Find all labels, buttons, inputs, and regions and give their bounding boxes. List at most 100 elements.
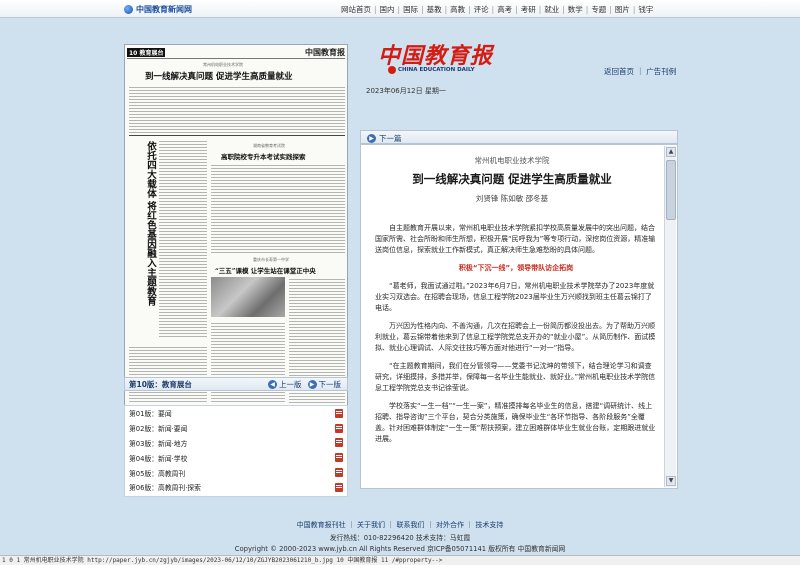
top-nav-link[interactable]: 数学 <box>568 4 583 15</box>
page-list-label: 第05版：高教周刊 <box>129 469 186 478</box>
page-list-item[interactable]: 第04版：新闻·学校 <box>125 450 347 465</box>
pdf-icon[interactable] <box>335 453 343 463</box>
top-nav-link[interactable]: 高教 <box>450 4 465 15</box>
top-nav-link[interactable]: 评论 <box>474 4 489 15</box>
nav-separator: | <box>538 5 542 14</box>
paper-brand: 中国教育报 <box>305 47 345 57</box>
footer-copyright: Copyright © 2000-2023 www.jyb.cn All Rig… <box>234 545 566 553</box>
nav-separator: | <box>632 5 636 14</box>
pdf-icon[interactable] <box>335 438 343 448</box>
top-nav-link[interactable]: 基教 <box>427 4 442 15</box>
top-nav-link[interactable]: 高考 <box>497 4 512 15</box>
page-list-item[interactable]: 第06版：高教周刊·探索 <box>125 480 347 495</box>
page-list: 第01版：要闻 第02版：新闻·要闻 第03版：新闻·地方 第04版：新闻·学校… <box>124 405 348 497</box>
masthead-links[interactable]: 返回首页 ｜ 广告刊例 <box>604 66 676 77</box>
page-list-item[interactable]: 第03版：新闻·地方 <box>125 436 347 451</box>
page-list-label: 第03版：新闻·地方 <box>129 439 188 448</box>
article-body: 自主题教育开展以来，常州机电职业技术学院紧扣学校高质量发展中的突出问题，结合国家… <box>375 223 657 452</box>
arrow-right-icon: ▶ <box>307 379 317 389</box>
top-nav-links: 网站首页 | 国内 | 国际 | 基教 | 高教 | 评论 | 高考 | 考研 | 就业 | 数学 | 专题 | 图片 | 钱宇 <box>341 4 653 15</box>
paper-photo <box>211 277 285 317</box>
article-panel: 常州机电职业技术学院 到一线解决真问题 促进学生高质量就业 刘贤锋 陈如敏 邵冬… <box>360 144 678 489</box>
paper-text-block <box>129 345 207 403</box>
paper-headline-2[interactable]: 高职院校专升本考试实践探索 <box>221 151 306 161</box>
article-scrollbar[interactable]: ▲ ▼ <box>664 146 676 487</box>
globe-icon <box>124 4 133 14</box>
paper-text-block <box>211 163 345 253</box>
masthead-subtitle: CHINA EDUCATION DAILY <box>388 66 475 74</box>
scrollbar-thumb[interactable] <box>666 160 676 220</box>
nav-separator: | <box>444 5 448 14</box>
page-list-item[interactable]: 第05版：高教周刊 <box>125 465 347 480</box>
paper-headline-3[interactable]: “三五”课模 让学生站在课堂正中央 <box>215 265 316 275</box>
current-page-label: 第10版：教育展台 <box>129 379 192 389</box>
paper-vertical-kicker <box>129 137 137 197</box>
newspaper-page-thumbnail[interactable]: 10 教育展台 中国教育报 常州机电职业技术学院 到一线解决真问题 促进学生高质… <box>124 44 348 406</box>
site-logo-text: 中国教育新闻网 <box>136 4 192 14</box>
scroll-down-icon[interactable]: ▼ <box>666 476 676 486</box>
pdf-icon[interactable] <box>335 423 343 433</box>
nav-separator: | <box>397 5 401 14</box>
masthead-subtitle-text: CHINA EDUCATION DAILY <box>398 67 475 73</box>
page-list-label: 第01版：要闻 <box>129 410 172 419</box>
footer-hotline: 发行热线：010-82296420 技术支持：马虹霞 <box>329 534 471 542</box>
paper-text-block <box>159 139 207 339</box>
paper-kicker-2: 湖南省教育考试院 <box>253 143 285 148</box>
paper-text-block <box>129 85 345 133</box>
article-kicker: 常州机电职业技术学院 <box>474 156 550 165</box>
page-list-label: 第02版：新闻·要闻 <box>129 425 188 434</box>
nav-separator: | <box>468 5 471 14</box>
top-nav-link[interactable]: 国内 <box>380 4 395 15</box>
prev-page-label: 上一版 <box>279 379 302 389</box>
arrow-right-icon: ▶ <box>367 134 376 143</box>
next-page-label: 下一版 <box>318 379 342 389</box>
page-list-item[interactable]: 第02版：新闻·要闻 <box>125 421 347 436</box>
next-article-button[interactable]: ▶ 下一篇 <box>367 133 402 144</box>
page-nav-bar: 第10版：教育展台 ◀ 上一版 ▶ 下一版 <box>124 377 348 391</box>
site-logo[interactable]: 中国教育新闻网 <box>124 3 192 15</box>
prev-page-button[interactable]: ◀ 上一版 <box>268 379 302 390</box>
pdf-icon[interactable] <box>335 468 343 478</box>
paper-page-tag: 10 教育展台 <box>127 48 166 57</box>
paper-headline-1[interactable]: 到一线解决真问题 促进学生高质量就业 <box>145 70 292 82</box>
nav-separator: | <box>562 5 565 14</box>
paper-rule <box>129 135 345 136</box>
nav-separator: | <box>491 5 495 14</box>
article-toolbar: ▶ 下一篇 <box>360 130 678 144</box>
article-paragraph: 学校落实“一生一档”“一生一案”，精准摸排每名毕业生的信息，搭建“调研统计、线上… <box>375 402 656 443</box>
nav-separator: | <box>609 5 612 14</box>
page-list-label: 第04版：新闻·学校 <box>129 454 188 463</box>
next-article-label: 下一篇 <box>379 134 402 143</box>
paper-kicker-1: 常州机电职业技术学院 <box>203 62 243 67</box>
issue-date: 2023年06月12日 星期一 <box>366 87 446 95</box>
top-nav-link[interactable]: 网站首页 <box>341 4 371 15</box>
top-nav-link[interactable]: 图片 <box>615 4 630 15</box>
footer-links[interactable]: 中国教育报刊社 ｜ 关于我们 ｜ 联系我们 ｜ 对外合作 ｜ 技术支持 <box>0 520 800 530</box>
page-list-label: 第06版：高教周刊·探索 <box>129 484 201 493</box>
scroll-up-icon[interactable]: ▲ <box>666 147 676 157</box>
article-title: 到一线解决真问题 促进学生高质量就业 <box>412 172 612 186</box>
article-paragraph: 自主题教育开展以来，常州机电职业技术学院紧扣学校高质量发展中的突出问题，结合国家… <box>375 224 656 254</box>
masthead[interactable]: 中国教育报 CHINA EDUCATION DAILY <box>378 38 528 78</box>
nav-separator: | <box>515 5 518 14</box>
nav-separator: | <box>374 5 377 14</box>
arrow-left-icon: ◀ <box>268 379 277 389</box>
top-nav-link[interactable]: 钱宇 <box>638 4 653 15</box>
top-nav-link[interactable]: 国际 <box>403 4 418 15</box>
article-paragraph: “在主题教育期间，我们在分管领导——党委书记沈坤的带领下，结合理论学习和调查研究… <box>375 362 656 392</box>
pdf-icon[interactable] <box>335 408 343 418</box>
article-subheading: 积极“下沉一线”，领导带队访企拓岗 <box>458 264 574 272</box>
top-nav-link[interactable]: 考研 <box>521 4 536 15</box>
pdf-icon[interactable] <box>335 482 343 492</box>
top-nav-bar: 中国教育新闻网 网站首页 | 国内 | 国际 | 基教 | 高教 | 评论 | 高考 | 考研 | 就业 | 数学 |… <box>0 0 800 18</box>
nav-separator: | <box>421 5 424 14</box>
nav-separator: | <box>585 5 589 14</box>
page-list-item[interactable]: 第01版：要闻 <box>125 406 347 421</box>
emblem-icon <box>388 66 396 74</box>
article-authors: 刘贤锋 陈如敏 邵冬基 <box>475 194 549 203</box>
next-page-button[interactable]: ▶ 下一版 <box>307 379 342 390</box>
top-nav-link[interactable]: 专题 <box>591 4 606 15</box>
paper-vertical-headline[interactable]: 依托四大载体 将红色基因融入主题教育 <box>137 141 156 341</box>
top-nav-link[interactable]: 就业 <box>544 4 559 15</box>
paper-kicker-3: 重庆市长寿第一中学 <box>253 257 289 262</box>
